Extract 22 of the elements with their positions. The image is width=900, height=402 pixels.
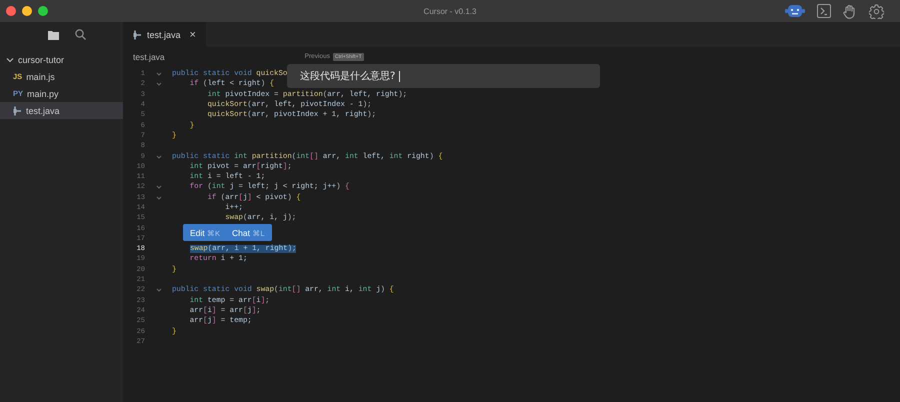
search-icon[interactable] [74, 29, 86, 40]
robot-icon[interactable] [785, 3, 805, 19]
close-window-button[interactable] [6, 6, 16, 16]
editor-tab[interactable]: test.java × [123, 22, 206, 47]
chevron-icon [6, 56, 14, 64]
prompt-input[interactable]: 这段代码是什么意思? [300, 69, 396, 83]
zoom-window-button[interactable] [38, 6, 48, 16]
fold-icon[interactable] [156, 154, 162, 159]
close-tab-button[interactable]: × [190, 28, 196, 40]
branch-icon [13, 106, 22, 116]
terminal-icon[interactable] [817, 4, 831, 18]
branch-icon [133, 30, 142, 40]
settings-icon[interactable] [869, 4, 884, 18]
folder-icon[interactable] [48, 30, 58, 40]
prompt-box[interactable]: 这段代码是什么意思? [287, 64, 600, 88]
window-title: Cursor - v0.1.3 [424, 6, 476, 16]
breadcrumb[interactable]: test.java [133, 52, 165, 62]
fold-icon[interactable] [156, 288, 162, 292]
minimize-window-button[interactable] [22, 6, 32, 16]
hand-icon[interactable] [843, 4, 857, 18]
folder-item[interactable]: cursor-tutor [0, 51, 123, 68]
file-item[interactable]: test.java [0, 102, 123, 119]
